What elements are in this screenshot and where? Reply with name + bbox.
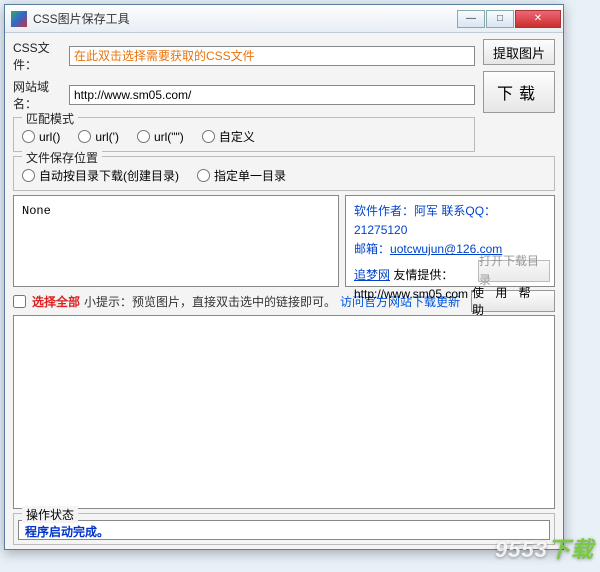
match-opt-url[interactable]: url(): [22, 130, 60, 144]
save-opt-auto[interactable]: 自动按目录下载(创建目录): [22, 167, 179, 184]
extract-button[interactable]: 提取图片: [483, 39, 555, 65]
result-list[interactable]: None: [13, 195, 339, 287]
app-icon: [11, 11, 27, 27]
close-button[interactable]: ✕: [515, 10, 561, 28]
minimize-button[interactable]: —: [457, 10, 485, 28]
css-file-label: CSS文件：: [13, 39, 69, 73]
author-label: 软件作者：: [354, 204, 414, 218]
author-name: 阿军: [414, 204, 438, 218]
info-panel: 软件作者：阿军 联系QQ：21275120 邮箱：uotcwujun@126.c…: [345, 195, 555, 287]
window-title: CSS图片保存工具: [33, 10, 456, 27]
client-area: CSS文件： 在此双击选择需要获取的CSS文件 网站域名： 匹配模式 url()…: [5, 33, 563, 549]
domain-input[interactable]: [69, 85, 475, 105]
match-mode-legend: 匹配模式: [22, 110, 78, 127]
watermark: 9553下载: [495, 532, 594, 564]
maximize-button[interactable]: □: [486, 10, 514, 28]
select-all-checkbox[interactable]: [13, 295, 26, 308]
match-opt-url-single[interactable]: url('): [78, 130, 119, 144]
mail-label: 邮箱：: [354, 242, 390, 256]
match-opt-custom[interactable]: 自定义: [202, 128, 255, 145]
site-name[interactable]: 追梦网: [354, 268, 390, 282]
status-legend: 操作状态: [22, 506, 78, 523]
match-opt-url-double[interactable]: url(""): [137, 130, 184, 144]
save-opt-single[interactable]: 指定单一目录: [197, 167, 286, 184]
site-suffix: 友情提供：: [393, 268, 453, 282]
domain-label: 网站域名：: [13, 78, 69, 112]
css-file-input[interactable]: 在此双击选择需要获取的CSS文件: [69, 46, 475, 66]
qq-label: 联系QQ：: [441, 204, 496, 218]
titlebar[interactable]: CSS图片保存工具 — □ ✕: [5, 5, 563, 33]
tip-text: 小提示：预览图片，直接双击选中的链接即可。: [84, 293, 336, 310]
open-download-dir-button[interactable]: 打开下载目录: [478, 260, 550, 282]
save-location-legend: 文件保存位置: [22, 149, 102, 166]
preview-area[interactable]: [13, 315, 555, 509]
status-text: 程序启动完成。: [18, 520, 550, 540]
download-button[interactable]: 下载: [483, 71, 555, 113]
qq-value: 21275120: [354, 223, 407, 237]
window-controls: — □ ✕: [456, 10, 561, 28]
status-group: 操作状态 程序启动完成。: [13, 513, 555, 545]
app-window: CSS图片保存工具 — □ ✕ CSS文件： 在此双击选择需要获取的CSS文件 …: [4, 4, 564, 550]
select-all-label: 选择全部: [32, 293, 80, 310]
save-location-group: 文件保存位置 自动按目录下载(创建目录) 指定单一目录: [13, 156, 555, 191]
match-mode-group: 匹配模式 url() url(') url("") 自定义: [13, 117, 475, 152]
